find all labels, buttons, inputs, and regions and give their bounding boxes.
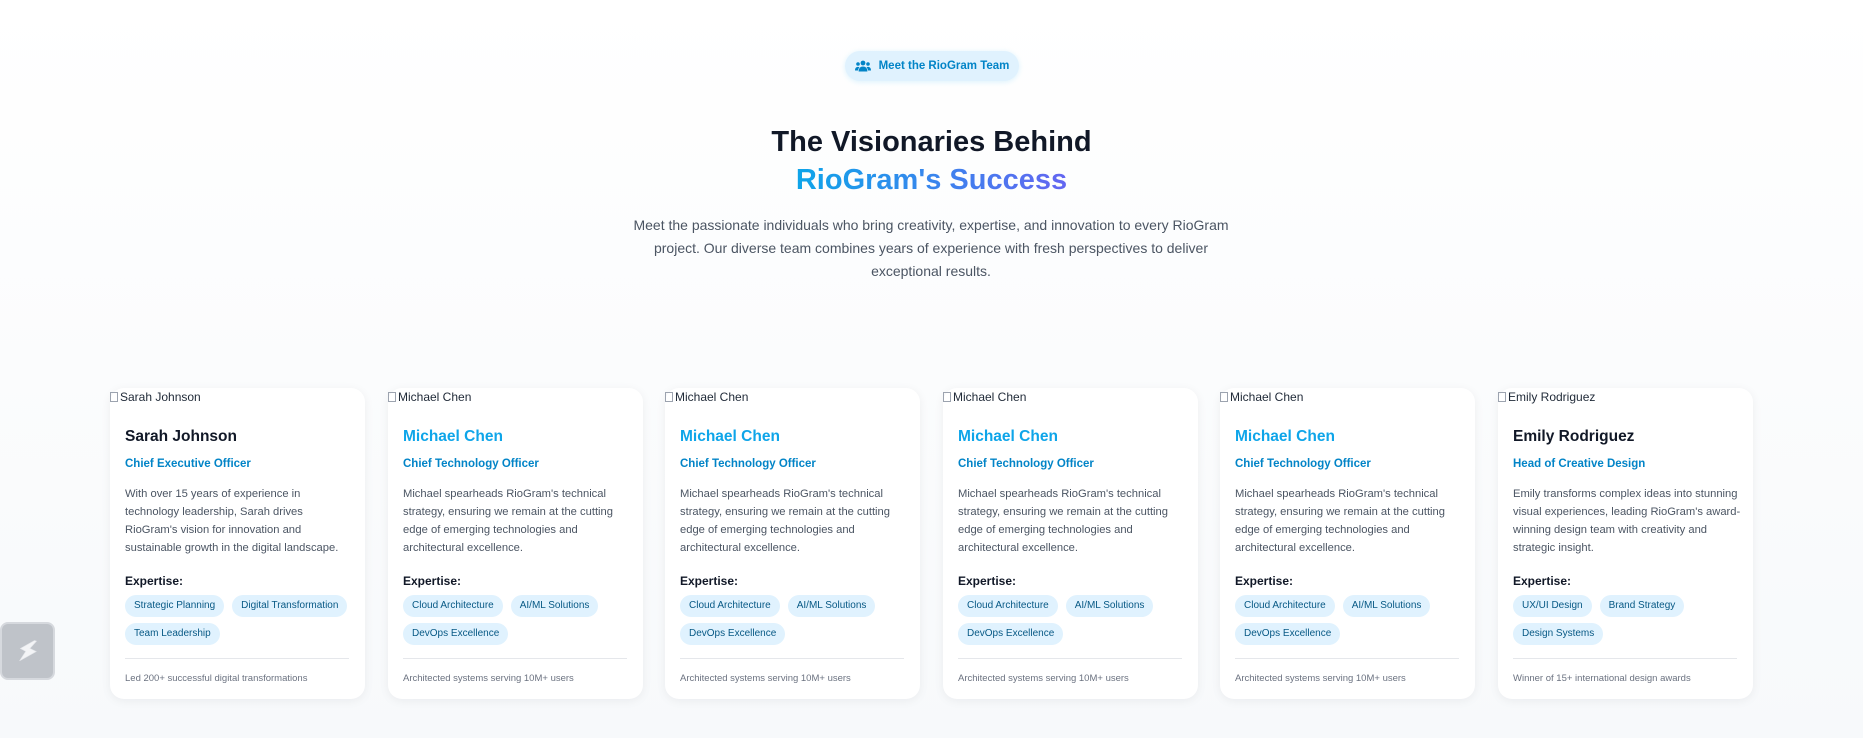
member-bio: Michael spearheads RioGram's technical s… <box>680 488 890 554</box>
member-role: Chief Technology Officer <box>403 458 539 470</box>
card-divider <box>680 658 904 659</box>
team-section: Meet the RioGram Team The Visionaries Be… <box>0 0 1863 738</box>
member-role: Chief Technology Officer <box>958 458 1094 470</box>
expertise-tag: Strategic Planning <box>125 595 225 617</box>
expertise-tag: AI/ML Solutions <box>510 595 599 617</box>
expertise-tags: UX/UI Design Brand Strategy Design Systems <box>1513 595 1745 645</box>
member-bio: Michael spearheads RioGram's technical s… <box>403 488 613 554</box>
expertise-tag: AI/ML Solutions <box>1342 595 1431 617</box>
member-achievement: Architected systems serving 10M+ users <box>680 673 851 684</box>
card-divider <box>403 658 627 659</box>
expertise-tag: Cloud Architecture <box>680 595 780 617</box>
member-achievement: Architected systems serving 10M+ users <box>1235 673 1406 684</box>
expertise-label: Expertise: <box>1513 574 1572 588</box>
member-photo: Sarah Johnson <box>110 390 201 404</box>
card-divider <box>1513 658 1737 659</box>
expertise-tags: Cloud Architecture AI/ML Solutions DevOps … <box>680 595 912 645</box>
expertise-tags: Cloud Architecture AI/ML Solutions DevOps … <box>403 595 635 645</box>
member-achievement: Architected systems serving 10M+ users <box>403 673 574 684</box>
member-photo: Michael Chen <box>1220 390 1303 404</box>
expertise-tag: DevOps Excellence <box>680 623 786 645</box>
page-title: The Visionaries Behind RioGram's Success <box>0 124 1863 198</box>
team-card: Michael Chen Michael Chen Chief Technology… <box>1220 388 1475 699</box>
card-divider <box>125 658 349 659</box>
member-bio: Michael spearheads RioGram's technical s… <box>1235 488 1445 554</box>
expertise-label: Expertise: <box>1235 574 1294 588</box>
title-line-1: The Visionaries Behind <box>771 126 1092 158</box>
member-role: Chief Technology Officer <box>680 458 816 470</box>
team-card: Emily Rodriguez Emily Rodriguez Head of Cr… <box>1498 388 1753 699</box>
lightning-bolt-icon <box>18 640 37 662</box>
expertise-tag: Digital Transformation <box>232 595 348 617</box>
team-card: Michael Chen Michael Chen Chief Technology… <box>665 388 920 699</box>
card-divider <box>1235 658 1459 659</box>
expertise-label: Expertise: <box>403 574 462 588</box>
users-icon <box>854 60 871 72</box>
team-card: Sarah Johnson Sarah Johnson Chief Executiv… <box>110 388 365 699</box>
expertise-tag: AI/ML Solutions <box>1065 595 1154 617</box>
floating-tool-button[interactable] <box>0 622 55 680</box>
member-name: Michael Chen <box>403 428 503 445</box>
member-role: Chief Technology Officer <box>1235 458 1371 470</box>
expertise-tag: UX/UI Design <box>1513 595 1592 617</box>
member-name: Emily Rodriguez <box>1513 428 1635 445</box>
member-achievement: Architected systems serving 10M+ users <box>958 673 1129 684</box>
member-photo: Emily Rodriguez <box>1498 390 1595 404</box>
section-description: Meet the passionate individuals who brin… <box>633 217 1229 279</box>
expertise-tag: DevOps Excellence <box>1235 623 1341 645</box>
card-divider <box>958 658 1182 659</box>
member-role: Chief Executive Officer <box>125 458 251 470</box>
member-name: Michael Chen <box>680 428 780 445</box>
title-line-2: RioGram's Success <box>795 164 1068 196</box>
expertise-tag: DevOps Excellence <box>403 623 509 645</box>
expertise-label: Expertise: <box>958 574 1017 588</box>
expertise-tag: Cloud Architecture <box>403 595 503 617</box>
member-photo: Michael Chen <box>943 390 1026 404</box>
team-card: Michael Chen Michael Chen Chief Technology… <box>388 388 643 699</box>
member-bio: Emily transforms complex ideas into stun… <box>1513 488 1741 554</box>
expertise-tag: Cloud Architecture <box>958 595 1058 617</box>
member-achievement: Led 200+ successful digital transformati… <box>125 673 308 684</box>
expertise-tags: Strategic Planning Digital Transformation… <box>125 595 357 645</box>
team-badge: Meet the RioGram Team <box>845 51 1019 81</box>
expertise-tag: Brand Strategy <box>1599 595 1685 617</box>
expertise-tag: Design Systems <box>1513 623 1604 645</box>
member-role: Head of Creative Design <box>1513 458 1646 470</box>
expertise-tag: Cloud Architecture <box>1235 595 1335 617</box>
member-photo: Michael Chen <box>388 390 471 404</box>
expertise-tag: AI/ML Solutions <box>787 595 876 617</box>
member-bio: With over 15 years of experience in tech… <box>125 488 339 554</box>
member-bio: Michael spearheads RioGram's technical s… <box>958 488 1168 554</box>
member-achievement: Winner of 15+ international design award… <box>1513 673 1691 684</box>
member-name: Michael Chen <box>958 428 1058 445</box>
expertise-tags: Cloud Architecture AI/ML Solutions DevOps … <box>1235 595 1467 645</box>
team-card: Michael Chen Michael Chen Chief Technology… <box>943 388 1198 699</box>
expertise-tag: DevOps Excellence <box>958 623 1064 645</box>
expertise-label: Expertise: <box>125 574 184 588</box>
member-photo: Michael Chen <box>665 390 748 404</box>
badge-label: Meet the RioGram Team <box>878 60 1010 72</box>
member-name: Michael Chen <box>1235 428 1335 445</box>
expertise-tag: Team Leadership <box>125 623 220 645</box>
expertise-label: Expertise: <box>680 574 739 588</box>
expertise-tags: Cloud Architecture AI/ML Solutions DevOps … <box>958 595 1190 645</box>
member-name: Sarah Johnson <box>125 428 237 445</box>
